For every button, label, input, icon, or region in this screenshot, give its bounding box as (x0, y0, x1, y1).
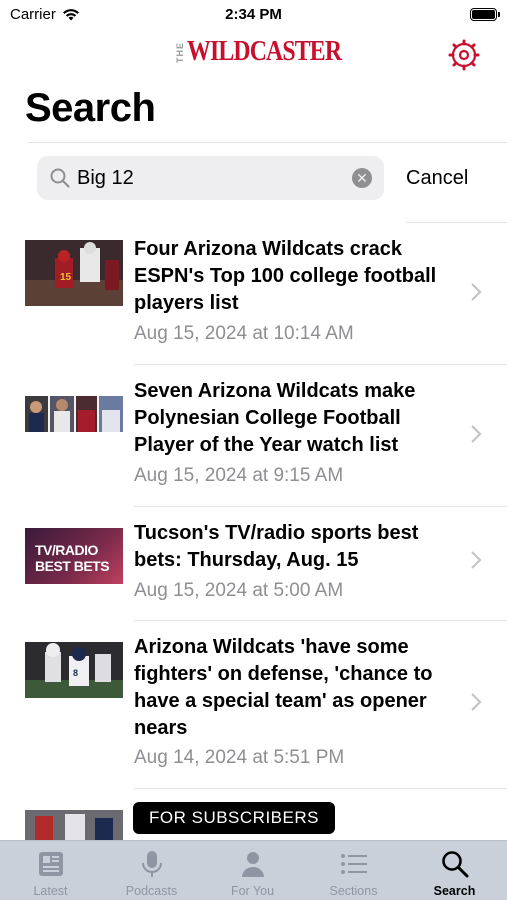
cancel-button[interactable]: Cancel (406, 167, 468, 190)
subscriber-badge: FOR SUBSCRIBERS (133, 802, 335, 834)
list-item[interactable]: 15 Four Arizona Wildcats crack ESPN's To… (0, 236, 507, 365)
article-thumbnail: 15 (25, 240, 123, 306)
logo-the: THE (175, 41, 185, 63)
tab-for-you[interactable]: For You (202, 841, 303, 900)
svg-text:15: 15 (60, 272, 72, 283)
settings-gear-icon[interactable] (447, 38, 481, 72)
tab-label: Latest (33, 884, 68, 898)
row-divider (134, 506, 507, 507)
page-title: Search (25, 86, 156, 130)
article-headline: Tucson's TV/radio sports best bets: Thur… (134, 522, 419, 571)
status-bar: Carrier 2:34 PM (0, 0, 507, 30)
newspaper-icon (39, 852, 63, 876)
row-divider (134, 788, 507, 789)
tab-label: Search (433, 884, 476, 898)
search-bar[interactable]: ✕ (37, 156, 384, 200)
nav-header: THE WILDCASTER (0, 30, 507, 80)
person-icon (242, 852, 264, 877)
magnifier-icon (442, 851, 469, 878)
microphone-icon (142, 851, 162, 877)
chevron-right-icon (471, 425, 482, 443)
list-item[interactable]: TV/RADIO BEST BETS Tucson's TV/radio spo… (0, 520, 507, 621)
clear-icon[interactable]: ✕ (352, 168, 372, 188)
wildcaster-logo[interactable]: THE WILDCASTER (175, 36, 368, 68)
article-headline: Arizona Wildcats 'have some fighters' on… (134, 636, 433, 739)
svg-text:8: 8 (73, 668, 78, 678)
status-time: 2:34 PM (225, 6, 282, 23)
tab-bar: Latest Podcasts For You Sections Search (0, 840, 507, 900)
article-thumbnail: TV/RADIO BEST BETS (25, 528, 123, 584)
thumbnail-caption: TV/RADIO (35, 542, 98, 558)
article-date: Aug 14, 2024 at 5:51 PM (134, 747, 345, 768)
list-icon (341, 854, 367, 874)
chevron-right-icon (471, 693, 482, 711)
battery-icon (470, 8, 500, 21)
article-date: Aug 15, 2024 at 5:00 AM (134, 580, 344, 601)
article-thumbnail (25, 396, 123, 432)
list-item[interactable]: Seven Arizona Wildcats make Polynesian C… (0, 378, 507, 507)
tab-search[interactable]: Search (404, 841, 505, 900)
tab-label: Podcasts (125, 884, 178, 898)
tab-label: For You (230, 884, 275, 898)
tab-podcasts[interactable]: Podcasts (101, 841, 202, 900)
article-thumbnail: 8 (25, 642, 123, 698)
search-input[interactable] (77, 166, 337, 190)
article-thumbnail (25, 810, 123, 840)
thumbnail-caption: BEST BETS (35, 558, 110, 574)
row-divider (134, 364, 507, 365)
tab-label: Sections (329, 884, 378, 898)
tab-latest[interactable]: Latest (0, 841, 101, 900)
row-divider (134, 620, 507, 621)
logo-name: WILDCASTER (187, 36, 342, 67)
chevron-right-icon (471, 551, 482, 569)
article-headline: Seven Arizona Wildcats make Polynesian C… (134, 380, 416, 456)
list-item[interactable]: 8 Arizona Wildcats 'have some fighters' … (0, 634, 507, 789)
divider (28, 142, 507, 143)
article-date: Aug 15, 2024 at 9:15 AM (134, 465, 344, 486)
tab-sections[interactable]: Sections (303, 841, 404, 900)
chevron-right-icon (471, 283, 482, 301)
article-headline: Four Arizona Wildcats crack ESPN's Top 1… (134, 238, 437, 314)
magnifier-icon (50, 168, 70, 188)
divider (406, 222, 507, 223)
article-date: Aug 15, 2024 at 10:14 AM (134, 323, 354, 344)
